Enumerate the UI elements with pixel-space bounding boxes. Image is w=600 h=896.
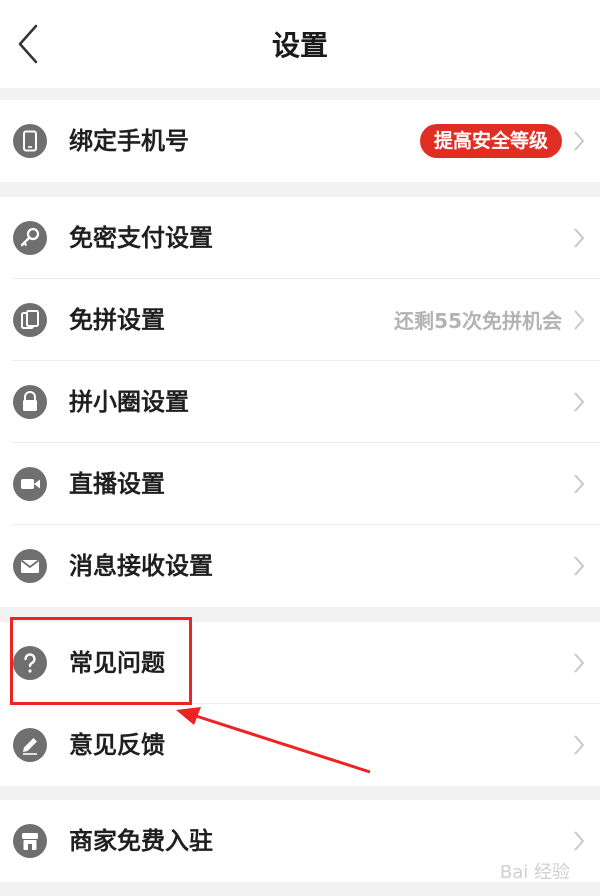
watermark: Bai 经验 [499,862,570,883]
cards-icon [13,303,47,337]
annotation-highlight-box [10,617,192,705]
chevron-right-icon [574,831,585,851]
settings-item-label: 绑定手机号 [69,127,189,155]
chevron-right-icon [574,735,585,755]
pencil-icon [13,728,47,762]
remaining-free-group-count: 还剩55次免拼机会 [394,309,562,333]
chevron-right-icon [574,653,585,673]
settings-item-password-free-payment[interactable]: 免密支付设置 [0,197,600,279]
security-level-badge[interactable]: 提高安全等级 [419,124,562,158]
envelope-icon [13,549,47,583]
settings-item-free-group[interactable]: 免拼设置 还剩55次免拼机会 [0,279,600,361]
header-bar: 设置 [0,0,600,88]
lock-icon [13,385,47,419]
phone-icon [13,124,47,158]
settings-item-label: 免拼设置 [69,306,165,334]
store-icon [13,824,47,858]
settings-item-message-receiving[interactable]: 消息接收设置 [0,525,600,607]
settings-item-label: 拼小圈设置 [69,388,189,416]
settings-item-live-stream[interactable]: 直播设置 [0,443,600,525]
settings-item-label: 消息接收设置 [69,552,213,580]
settings-item-label: 免密支付设置 [69,224,213,252]
settings-item-bind-phone[interactable]: 绑定手机号 提高安全等级 [0,100,600,182]
key-icon [13,221,47,255]
settings-item-feedback[interactable]: 意见反馈 [0,704,600,786]
chevron-right-icon [574,310,585,330]
chevron-right-icon [574,228,585,248]
settings-item-circle[interactable]: 拼小圈设置 [0,361,600,443]
chevron-right-icon [574,474,585,494]
settings-item-label: 商家免费入驻 [69,827,213,855]
chevron-right-icon [574,556,585,576]
settings-item-label: 直播设置 [69,470,165,498]
video-camera-icon [13,467,47,501]
page-title: 设置 [271,29,328,62]
chevron-right-icon [574,392,585,412]
settings-item-label: 意见反馈 [69,731,165,759]
chevron-right-icon [574,131,585,151]
